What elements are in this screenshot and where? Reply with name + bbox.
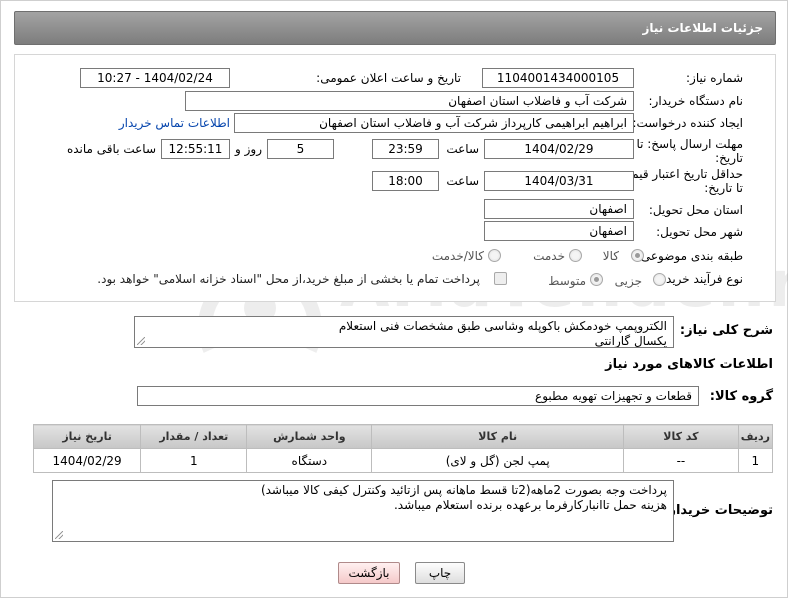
category-radio-both[interactable] (488, 249, 501, 262)
deadline-time-field[interactable]: 23:59 (372, 139, 439, 159)
buyer-notes-textarea[interactable]: پرداخت وجه بصورت 2ماهه(2تا قسط ماهانه پس… (52, 480, 674, 542)
city-field[interactable]: اصفهان (484, 221, 634, 241)
resize-handle-icon[interactable] (55, 531, 63, 539)
description-textarea[interactable]: الکتروپمپ خودمکش باکوپله وشاسی طبق مشخصا… (134, 316, 674, 348)
province-field[interactable]: اصفهان (484, 199, 634, 219)
process-radio-minor[interactable] (653, 273, 666, 286)
goods-group-field[interactable]: قطعات و تجهیزات تهویه مطبوع (137, 386, 699, 406)
treasury-payment-note: پرداخت تمام یا بخشی از مبلغ خرید،از محل … (97, 272, 480, 286)
cell-code: -- (623, 448, 739, 473)
buyer-notes-label: توضیحات خریدار: (663, 503, 773, 518)
creator-label: ایجاد کننده درخواست: (632, 116, 743, 130)
col-header-unit: واحد شمارش (246, 424, 373, 449)
process-option-medium: متوسط (548, 274, 586, 288)
category-option-service: خدمت (533, 249, 565, 263)
cell-row: 1 (737, 448, 774, 473)
buyer-notes-line-1: پرداخت وجه بصورت 2ماهه(2تا قسط ماهانه پس… (260, 483, 667, 497)
announce-label: تاریخ و ساعت اعلان عمومی: (316, 71, 461, 85)
days-remaining-field[interactable]: 5 (267, 139, 334, 159)
category-radio-goods[interactable] (631, 249, 644, 262)
process-radio-medium[interactable] (590, 273, 603, 286)
deadline-label-2: تاریخ: (715, 151, 743, 165)
description-line-1: الکتروپمپ خودمکش باکوپله وشاسی طبق مشخصا… (338, 319, 667, 333)
description-line-2: یکسال گارانتی (594, 334, 667, 348)
category-label: طبقه بندی موضوعی: (636, 249, 743, 263)
treasury-payment-checkbox[interactable] (494, 272, 507, 285)
cell-qty: 1 (140, 448, 248, 473)
need-details-page: جزئیات اطلاعات نیاز AriaTender.neT شماره… (0, 0, 788, 598)
print-button[interactable]: چاپ (415, 562, 465, 584)
deadline-label: مهلت ارسال پاسخ: تا (636, 137, 743, 151)
col-header-name: نام کالا (371, 424, 625, 449)
days-label: روز و (235, 142, 262, 156)
category-option-goods: کالا (602, 249, 619, 263)
col-header-code: کد کالا (623, 424, 739, 449)
cell-date: 1404/02/29 (32, 448, 142, 473)
province-label: استان محل تحویل: (648, 203, 743, 217)
time-remaining-label: ساعت باقی مانده (66, 142, 156, 156)
table-header-row: ردیف کد کالا نام کالا واحد شمارش تعداد /… (32, 424, 774, 449)
city-label: شهر محل تحویل: (656, 225, 743, 239)
col-header-date: تاریخ نیاز (32, 424, 142, 449)
validity-label-2: تا تاریخ: (704, 181, 743, 195)
category-option-both: کالا/خدمت (431, 249, 484, 263)
goods-group-label: گروه کالا: (709, 389, 773, 404)
description-label: شرح کلی نیاز: (679, 323, 773, 338)
col-header-row: ردیف (737, 424, 774, 449)
category-radio-service[interactable] (569, 249, 582, 262)
buyer-contact-link[interactable]: اطلاعات تماس خریدار (119, 116, 230, 130)
resize-handle-icon[interactable] (137, 337, 145, 345)
col-header-qty: تعداد / مقدار (140, 424, 248, 449)
buyer-org-field[interactable]: شرکت آب و فاضلاب استان اصفهان (185, 91, 634, 111)
need-number-field[interactable]: 1104001434000105 (482, 68, 634, 88)
validity-time-label: ساعت (446, 174, 479, 188)
validity-time-field[interactable]: 18:00 (372, 171, 439, 191)
page-title: جزئیات اطلاعات نیاز (642, 21, 763, 35)
deadline-time-label: ساعت (446, 142, 479, 156)
buyer-notes-line-2: هزینه حمل تاانبارکارفرما برعهده برنده اس… (393, 498, 667, 512)
header-bar: جزئیات اطلاعات نیاز (14, 11, 776, 45)
cell-unit: دستگاه (246, 448, 373, 473)
process-label: نوع فرآیند خرید : (658, 272, 743, 286)
buyer-org-label: نام دستگاه خریدار: (648, 94, 744, 108)
table-row[interactable]: 1 -- پمپ لجن (گل و لای) دستگاه 1 1404/02… (32, 448, 774, 473)
need-number-label: شماره نیاز: (686, 71, 743, 85)
validity-date-field[interactable]: 1404/03/31 (484, 171, 634, 191)
time-remaining-field[interactable]: 12:55:11 (161, 139, 230, 159)
cell-name: پمپ لجن (گل و لای) (371, 448, 625, 473)
items-table: ردیف کد کالا نام کالا واحد شمارش تعداد /… (32, 424, 774, 473)
creator-field[interactable]: ابراهیم ابراهیمی کارپرداز شرکت آب و فاضل… (234, 113, 634, 133)
process-option-minor: جزیی (614, 274, 642, 288)
items-section-title: اطلاعات کالاهای مورد نیاز (605, 357, 773, 372)
back-button[interactable]: بازگشت (338, 562, 400, 584)
deadline-date-field[interactable]: 1404/02/29 (484, 139, 634, 159)
announce-datetime-field[interactable]: 1404/02/24 - 10:27 (80, 68, 230, 88)
validity-label: حداقل تاریخ اعتبار قیمت: (616, 167, 743, 181)
